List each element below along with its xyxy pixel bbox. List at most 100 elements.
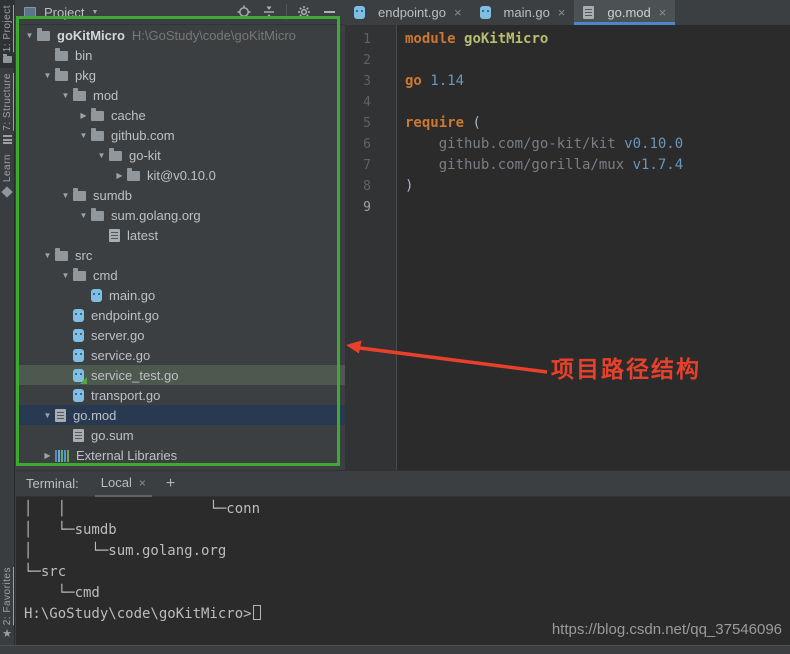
tool-window-label: Learn [2, 154, 13, 182]
tree-item-gokitmicro[interactable]: ▼goKitMicroH:\GoStudy\code\goKitMicro [16, 25, 345, 45]
tree-item-pkg[interactable]: ▼pkg [16, 65, 345, 85]
tool-window-button-1-project[interactable]: 1: Project [0, 0, 15, 68]
doc-file-icon [109, 229, 120, 242]
tree-item-label: main.go [109, 288, 155, 303]
tree-item-label: External Libraries [76, 448, 177, 463]
tree-item-label: src [75, 248, 92, 263]
line-number: 1 [345, 29, 396, 50]
tree-item-bin[interactable]: bin [16, 45, 345, 65]
chevron-collapsed-icon[interactable]: ▶ [112, 171, 127, 180]
folder-icon [109, 151, 122, 161]
chevron-expanded-icon[interactable]: ▼ [76, 131, 91, 140]
go-file-icon [480, 6, 491, 19]
close-icon[interactable]: × [659, 5, 667, 20]
chevron-expanded-icon[interactable]: ▼ [58, 91, 73, 100]
code-token: github.com/go-kit/kit [405, 136, 624, 152]
tree-item-cmd[interactable]: ▼ cmd [16, 265, 345, 285]
tree-item-label: latest [127, 228, 158, 243]
folder-icon [37, 31, 50, 41]
chevron-expanded-icon[interactable]: ▼ [58, 191, 73, 200]
tree-item-mod[interactable]: ▼mod [16, 85, 345, 105]
tab-main-go[interactable]: main.go× [471, 0, 575, 25]
chevron-expanded-icon[interactable]: ▼ [58, 271, 73, 280]
tree-item-label: bin [75, 48, 92, 63]
close-icon[interactable]: × [454, 5, 462, 20]
tree-item-label: sumdb [93, 188, 132, 203]
terminal-header: Terminal: Local × + [16, 471, 790, 497]
tree-item-go-mod[interactable]: ▼go.mod [16, 405, 345, 425]
code-token: github.com/gorilla/mux [405, 157, 633, 173]
editor-code[interactable]: module goKitMicrogo 1.14require ( github… [397, 25, 790, 470]
tree-item-label: go.sum [91, 428, 134, 443]
project-tool-window-icon [24, 7, 36, 18]
project-icon [3, 56, 12, 63]
doc-file-icon [73, 429, 84, 442]
code-line: github.com/go-kit/kit v0.10.0 [405, 134, 790, 155]
tree-item-sumdb[interactable]: ▼ sumdb [16, 185, 345, 205]
tree-item-github-com[interactable]: ▼github.com [16, 125, 345, 145]
locate-icon[interactable] [236, 4, 252, 20]
tool-window-button-learn[interactable]: Learn [0, 149, 15, 201]
tree-item-transport-go[interactable]: transport.go [16, 385, 345, 405]
tree-item-latest[interactable]: latest [16, 225, 345, 245]
folder-icon [55, 71, 68, 81]
tab-endpoint-go[interactable]: endpoint.go× [345, 0, 471, 25]
editor-tab-bar: endpoint.go×main.go×go.mod× [345, 0, 790, 25]
chevron-expanded-icon[interactable]: ▼ [94, 151, 109, 160]
folder-icon [73, 191, 86, 201]
tree-item-cache[interactable]: ▶cache [16, 105, 345, 125]
toolbar-separator [286, 4, 287, 20]
tool-window-label: 2: Favorites [2, 567, 13, 625]
tree-item-label: service_test.go [91, 368, 178, 383]
tree-item-endpoint-go[interactable]: endpoint.go [16, 305, 345, 325]
collapse-all-icon[interactable] [261, 4, 277, 20]
terminal-tab-local[interactable]: Local × [95, 471, 152, 497]
close-icon[interactable]: × [139, 476, 146, 490]
line-number: 6 [345, 134, 396, 155]
code-line: go 1.14 [405, 71, 790, 92]
chevron-collapsed-icon[interactable]: ▶ [76, 111, 91, 120]
code-line [405, 197, 790, 218]
tree-item-server-go[interactable]: server.go [16, 325, 345, 345]
chevron-expanded-icon[interactable]: ▼ [40, 251, 55, 260]
tree-item-service-go[interactable]: service.go [16, 345, 345, 365]
chevron-expanded-icon[interactable]: ▼ [76, 211, 91, 220]
hide-panel-icon[interactable] [321, 4, 337, 20]
tree-item-service-test-go[interactable]: service_test.go [16, 365, 345, 385]
project-panel-title[interactable]: Project [44, 5, 84, 20]
tab-go-mod[interactable]: go.mod× [574, 0, 675, 25]
tree-item-main-go[interactable]: main.go [16, 285, 345, 305]
tree-item-label: cmd [93, 268, 118, 283]
folder-icon [91, 111, 104, 121]
tree-item-external-libraries[interactable]: ▶ External Libraries [16, 445, 345, 465]
tool-window-button-7-structure[interactable]: 7: Structure [0, 68, 15, 149]
tool-window-button-2-favorites[interactable]: 2: Favorites★ [0, 562, 15, 645]
code-line: github.com/gorilla/mux v1.7.4 [405, 155, 790, 176]
line-number: 5 [345, 113, 396, 134]
editor-pane[interactable]: 123456789 module goKitMicrogo 1.14requir… [345, 25, 790, 470]
tree-item-src[interactable]: ▼ src [16, 245, 345, 265]
tree-item-go-kit[interactable]: ▼ go-kit [16, 145, 345, 165]
chevron-expanded-icon[interactable]: ▼ [40, 411, 55, 420]
new-terminal-icon[interactable]: + [166, 475, 175, 493]
go-file-icon [73, 309, 84, 322]
chevron-down-icon[interactable]: ▼ [91, 9, 98, 16]
close-icon[interactable]: × [558, 5, 566, 20]
terminal-output[interactable]: │ │ └─conn │ └─sumdb │ └─sum.golang.org … [16, 497, 790, 604]
tree-item-kit-v0-10-0[interactable]: ▶kit@v0.10.0 [16, 165, 345, 185]
doc-file-icon [55, 409, 66, 422]
chevron-expanded-icon[interactable]: ▼ [40, 71, 55, 80]
tool-window-label: 7: Structure [2, 73, 13, 131]
chevron-expanded-icon[interactable]: ▼ [22, 31, 37, 40]
terminal-prompt[interactable]: H:\GoStudy\code\goKitMicro> [16, 604, 790, 625]
tree-item-go-sum[interactable]: go.sum [16, 425, 345, 445]
tree-item-sum-golang-org[interactable]: ▼sum.golang.org [16, 205, 345, 225]
go-file-icon [73, 389, 84, 402]
tree-item-label: go-kit [129, 148, 161, 163]
code-line: module goKitMicro [405, 29, 790, 50]
line-number: 4 [345, 92, 396, 113]
chevron-collapsed-icon[interactable]: ▶ [40, 451, 55, 460]
code-token: ( [464, 115, 481, 131]
gear-icon[interactable] [296, 4, 312, 20]
folder-icon [73, 271, 86, 281]
